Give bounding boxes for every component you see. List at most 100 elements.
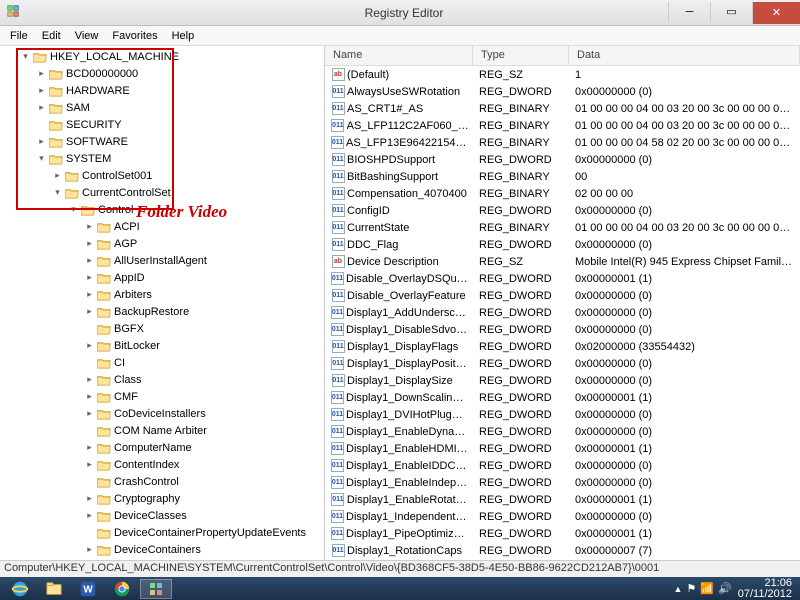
values-panel[interactable]: Name Type Data ab(Default)REG_SZ1011Alwa… [325,46,800,560]
tree-node[interactable]: ▾HKEY_LOCAL_MACHINE [0,48,324,65]
col-type[interactable]: Type [473,46,569,65]
tree-node[interactable]: ▸DeviceContainers [0,541,324,558]
tree-node[interactable]: SECURITY [0,116,324,133]
value-row[interactable]: 011BIOSHPDSupportREG_DWORD0x00000000 (0) [325,151,800,168]
collapse-icon[interactable]: ▾ [68,204,79,215]
value-row[interactable]: 011Display1_DisplayPositionREG_DWORD0x00… [325,355,800,372]
value-row[interactable]: 011Display1_RotationCapsREG_DWORD0x00000… [325,542,800,559]
volume-icon[interactable]: 🔊 [718,582,732,595]
value-row[interactable]: 011Display1_DVIHotPlugWAFlagREG_DWORD0x0… [325,406,800,423]
tree-node[interactable]: ▾Control [0,201,324,218]
tree-node[interactable]: ▸HARDWARE [0,82,324,99]
value-row[interactable]: 011AS_CRT1#_ASREG_BINARY01 00 00 00 04 0… [325,100,800,117]
value-row[interactable]: 011Display1_UID1REG_DWORD0x04070400 (675… [325,559,800,560]
expand-icon[interactable]: ▸ [36,68,47,79]
col-data[interactable]: Data [569,46,800,65]
expand-icon[interactable]: ▸ [52,170,63,181]
expand-icon[interactable]: ▸ [36,102,47,113]
tree-node[interactable]: ▾CurrentControlSet [0,184,324,201]
chrome-icon[interactable] [106,579,138,599]
tree-node[interactable]: BGFX [0,320,324,337]
tree-node[interactable]: ▸ComputerName [0,439,324,456]
expand-icon[interactable]: ▸ [84,272,95,283]
tree-node[interactable]: ▸Arbiters [0,286,324,303]
expand-icon[interactable]: ▸ [84,255,95,266]
tree-node[interactable]: ▸Class [0,371,324,388]
minimize-button[interactable]: ─ [668,2,710,22]
collapse-icon[interactable]: ▾ [20,51,31,62]
tree-node[interactable]: ▸BackupRestore [0,303,324,320]
tree-node[interactable]: ▸ControlSet001 [0,167,324,184]
tree-node[interactable]: ▸AllUserInstallAgent [0,252,324,269]
value-row[interactable]: 011CurrentStateREG_BINARY01 00 00 00 04 … [325,219,800,236]
tree-node[interactable]: ▸AppID [0,269,324,286]
word-icon[interactable]: W [72,579,104,599]
expand-icon[interactable]: ▸ [84,493,95,504]
value-row[interactable]: ab(Default)REG_SZ1 [325,66,800,83]
regedit-task-icon[interactable] [140,579,172,599]
tree-node[interactable]: CrashControl [0,473,324,490]
col-name[interactable]: Name [325,46,473,65]
value-row[interactable]: 011Display1_EnableRotationREG_DWORD0x000… [325,491,800,508]
menu-file[interactable]: File [4,28,34,44]
value-row[interactable]: 011Disable_OverlayDSQualityEnha...REG_DW… [325,270,800,287]
tree-node[interactable]: ▸SOFTWARE [0,133,324,150]
expand-icon[interactable]: ▸ [84,289,95,300]
expand-icon[interactable]: ▸ [84,306,95,317]
value-row[interactable]: 011Display1_EnableHDMICEATimi...REG_DWOR… [325,440,800,457]
value-row[interactable]: 011Display1_DownScalingSupportedREG_DWOR… [325,389,800,406]
expand-icon[interactable]: ▸ [84,374,95,385]
value-row[interactable]: 011ConfigIDREG_DWORD0x00000000 (0) [325,202,800,219]
value-row[interactable]: 011Display1_DisplaySizeREG_DWORD0x000000… [325,372,800,389]
expand-icon[interactable]: ▸ [84,408,95,419]
expand-icon[interactable]: ▸ [84,442,95,453]
value-row[interactable]: 011Display1_AddUnderscanPercen...REG_DWO… [325,304,800,321]
menu-edit[interactable]: Edit [36,28,67,44]
value-row[interactable]: 011Display1_IndependentRotationREG_DWORD… [325,508,800,525]
tree-node[interactable]: CI [0,354,324,371]
tree-node[interactable]: ▸ACPI [0,218,324,235]
expand-icon[interactable]: ▸ [84,459,95,470]
value-row[interactable]: 011Display1_DisplayFlagsREG_DWORD0x02000… [325,338,800,355]
tree-node[interactable]: ▸DeviceOverrides [0,558,324,560]
tree-node[interactable]: ▸BCD00000000 [0,65,324,82]
value-row[interactable]: 011Display1_EnableIndependentR...REG_DWO… [325,474,800,491]
expand-icon[interactable]: ▸ [84,221,95,232]
expand-icon[interactable]: ▸ [36,85,47,96]
value-row[interactable]: 011Display1_PipeOptimizationEna...REG_DW… [325,525,800,542]
tree-node[interactable]: DeviceContainerPropertyUpdateEvents [0,524,324,541]
value-row[interactable]: 011Compensation_4070400REG_BINARY02 00 0… [325,185,800,202]
network-icon[interactable]: 📶 [700,582,714,595]
ie-icon[interactable] [4,579,36,599]
menu-help[interactable]: Help [166,28,201,44]
tree-node[interactable]: ▸CMF [0,388,324,405]
close-button[interactable]: ✕ [752,2,800,24]
value-row[interactable]: 011Display1_DisableSdvoCrtEdidR...REG_DW… [325,321,800,338]
tree-node[interactable]: ▸ContentIndex [0,456,324,473]
tree-node[interactable]: ▸DeviceClasses [0,507,324,524]
tray[interactable]: ▲ ⚑ 📶 🔊 [674,582,732,595]
tree-node[interactable]: ▸Cryptography [0,490,324,507]
value-row[interactable]: abDevice DescriptionREG_SZMobile Intel(R… [325,253,800,270]
tree-panel[interactable]: Folder Video ▾HKEY_LOCAL_MACHINE▸BCD0000… [0,46,325,560]
value-row[interactable]: 011DDC_FlagREG_DWORD0x00000000 (0) [325,236,800,253]
value-row[interactable]: 011Display1_EnableIDDC_WAREG_DWORD0x0000… [325,457,800,474]
expand-icon[interactable]: ▸ [36,136,47,147]
collapse-icon[interactable]: ▾ [52,187,63,198]
expand-icon[interactable]: ▸ [84,340,95,351]
expand-icon[interactable]: ▸ [84,238,95,249]
tray-up-icon[interactable]: ▲ [674,584,683,594]
tree-node[interactable]: ▸BitLocker [0,337,324,354]
value-row[interactable]: 011AS_LFP13E964221548D_ASREG_BINARY01 00… [325,134,800,151]
tree-node[interactable]: ▸SAM [0,99,324,116]
tree-node[interactable]: ▸AGP [0,235,324,252]
collapse-icon[interactable]: ▾ [36,153,47,164]
tree-node[interactable]: ▸CoDeviceInstallers [0,405,324,422]
menu-favorites[interactable]: Favorites [106,28,163,44]
tree-node[interactable]: ▾SYSTEM [0,150,324,167]
expand-icon[interactable]: ▸ [84,391,95,402]
clock[interactable]: 21:06 07/11/2012 [738,578,796,600]
value-row[interactable]: 011AlwaysUseSWRotationREG_DWORD0x0000000… [325,83,800,100]
value-row[interactable]: 011BitBashingSupportREG_BINARY00 [325,168,800,185]
value-row[interactable]: 011Display1_EnableDynamicScalingREG_DWOR… [325,423,800,440]
